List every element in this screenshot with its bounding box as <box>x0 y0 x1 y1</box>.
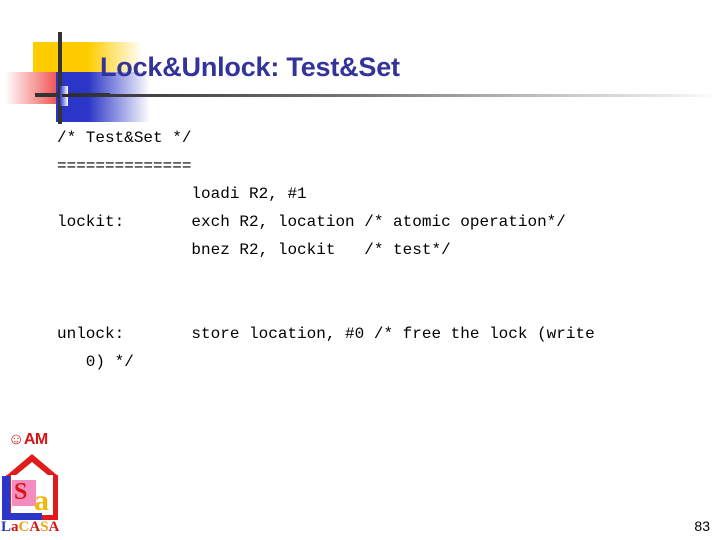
wordmark-letter: S <box>40 519 49 535</box>
wordmark-letter: L <box>1 519 12 535</box>
house-roof-inner-icon <box>15 462 49 476</box>
decor-red-gradient <box>5 72 63 104</box>
decor-vertical-line <box>58 32 62 124</box>
code-block: /* Test&Set */ ============== loadi R2, #… <box>57 124 717 376</box>
am-label: ☺AM <box>8 431 48 448</box>
page-number: 83 <box>694 518 710 534</box>
code-line: ============== <box>57 157 192 175</box>
code-line: unlock: store location, #0 /* free the l… <box>57 325 595 343</box>
lacasa-logo: ☺AM S a LaCASA <box>0 428 70 536</box>
title-divider <box>62 94 717 97</box>
logo-letter-s: S <box>14 479 28 505</box>
wordmark-letter: A <box>48 519 60 535</box>
code-line: lockit: exch R2, location /* atomic oper… <box>57 213 566 231</box>
code-line: 0) */ <box>57 353 134 371</box>
decor-yellow-square <box>33 42 88 82</box>
wordmark-letter: C <box>18 519 30 535</box>
page-title: Lock&Unlock: Test&Set <box>100 52 400 82</box>
wordmark-letter: a <box>11 519 19 535</box>
code-line: loadi R2, #1 <box>57 185 307 203</box>
wordmark-letter: A <box>29 519 41 535</box>
code-line: bnez R2, lockit /* test*/ <box>57 241 451 259</box>
code-line: /* Test&Set */ <box>57 129 192 147</box>
lacasa-wordmark: LaCASA <box>1 520 59 535</box>
logo-letter-a: a <box>34 484 49 517</box>
